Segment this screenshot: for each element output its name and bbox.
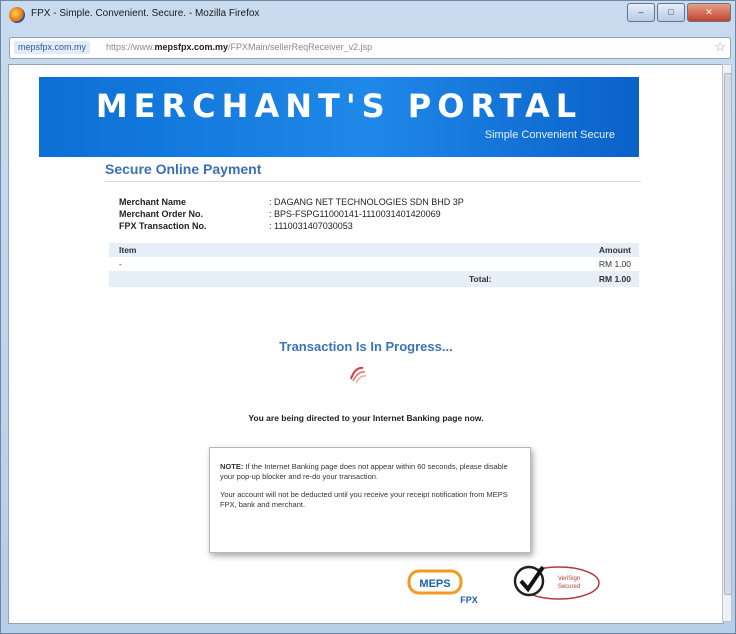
scrollbar-thumb[interactable] [724, 73, 732, 595]
table-total-row: Total: RM 1.00 [109, 271, 639, 287]
verisign-secured-badge: VeriSign Secured [513, 565, 600, 600]
verisign-text: VeriSign [558, 576, 580, 582]
merchant-portal-banner: MERCHANT'S PORTAL Simple Convenient Secu… [39, 77, 639, 157]
bookmark-star-icon[interactable]: ☆ [714, 40, 726, 54]
fpx-transaction-label: FPX Transaction No. [119, 221, 207, 231]
fpx-transaction-value: : 1110031407030053 [269, 221, 353, 231]
meps-fpx-logo: MEPS FPX [407, 569, 478, 605]
meps-text: MEPS [419, 578, 450, 590]
item-cell: - [119, 259, 122, 269]
banner-tagline: Simple Convenient Secure [484, 129, 615, 141]
note-label: NOTE: [220, 462, 244, 471]
vertical-scrollbar[interactable] [722, 64, 732, 622]
table-header: Item Amount [109, 243, 639, 257]
merchant-order-value: : BPS-FSPG11000141-1110031401420069 [269, 209, 441, 219]
title-bar: FPX - Simple. Convenient. Secure. - Mozi… [1, 1, 736, 29]
redirect-message: You are being directed to your Internet … [248, 413, 484, 423]
url-text[interactable]: https://www.mepsfpx.com.my/FPXMain/selle… [106, 42, 372, 52]
secured-text: Secured [558, 584, 580, 590]
table-row: - RM 1.00 [109, 257, 639, 271]
amount-cell: RM 1.00 [598, 259, 631, 269]
item-header: Item [119, 245, 137, 255]
merchant-order-label: Merchant Order No. [119, 209, 204, 219]
window-title: FPX - Simple. Convenient. Secure. - Mozi… [31, 8, 260, 19]
total-label: Total: [469, 274, 492, 284]
section-title: Secure Online Payment [105, 161, 262, 177]
merchant-name-label: Merchant Name [119, 197, 187, 207]
total-value: RM 1.00 [598, 274, 631, 284]
firefox-icon [9, 7, 25, 23]
close-button[interactable]: ✕ [687, 3, 731, 22]
maximize-button[interactable]: □ [657, 3, 685, 22]
note-text-2: Your account will not be deducted until … [220, 490, 508, 509]
note-box: NOTE: If the Internet Banking page does … [209, 447, 531, 553]
address-bar[interactable]: mepsfpx.com.my https://www.mepsfpx.com.m… [9, 37, 731, 59]
merchant-name-value: : DAGANG NET TECHNOLOGIES SDN BHD 3P [269, 197, 464, 207]
loading-spinner-icon [350, 366, 367, 384]
progress-message: Transaction Is In Progress... [279, 339, 453, 354]
amount-header: Amount [598, 245, 631, 255]
note-text-1: NOTE: If the Internet Banking page does … [220, 462, 508, 481]
site-identity-button[interactable]: mepsfpx.com.my [14, 41, 91, 54]
section-divider [105, 181, 641, 182]
minimize-button[interactable]: – [627, 3, 655, 22]
page-viewport: MERCHANT'S PORTAL Simple Convenient Secu… [8, 64, 724, 624]
window-controls: – □ ✕ [625, 3, 731, 22]
fpx-text: FPX [460, 595, 478, 605]
payment-table: Item Amount - RM 1.00 Total: RM 1.00 [109, 243, 639, 287]
banner-title: MERCHANT'S PORTAL [95, 87, 583, 125]
